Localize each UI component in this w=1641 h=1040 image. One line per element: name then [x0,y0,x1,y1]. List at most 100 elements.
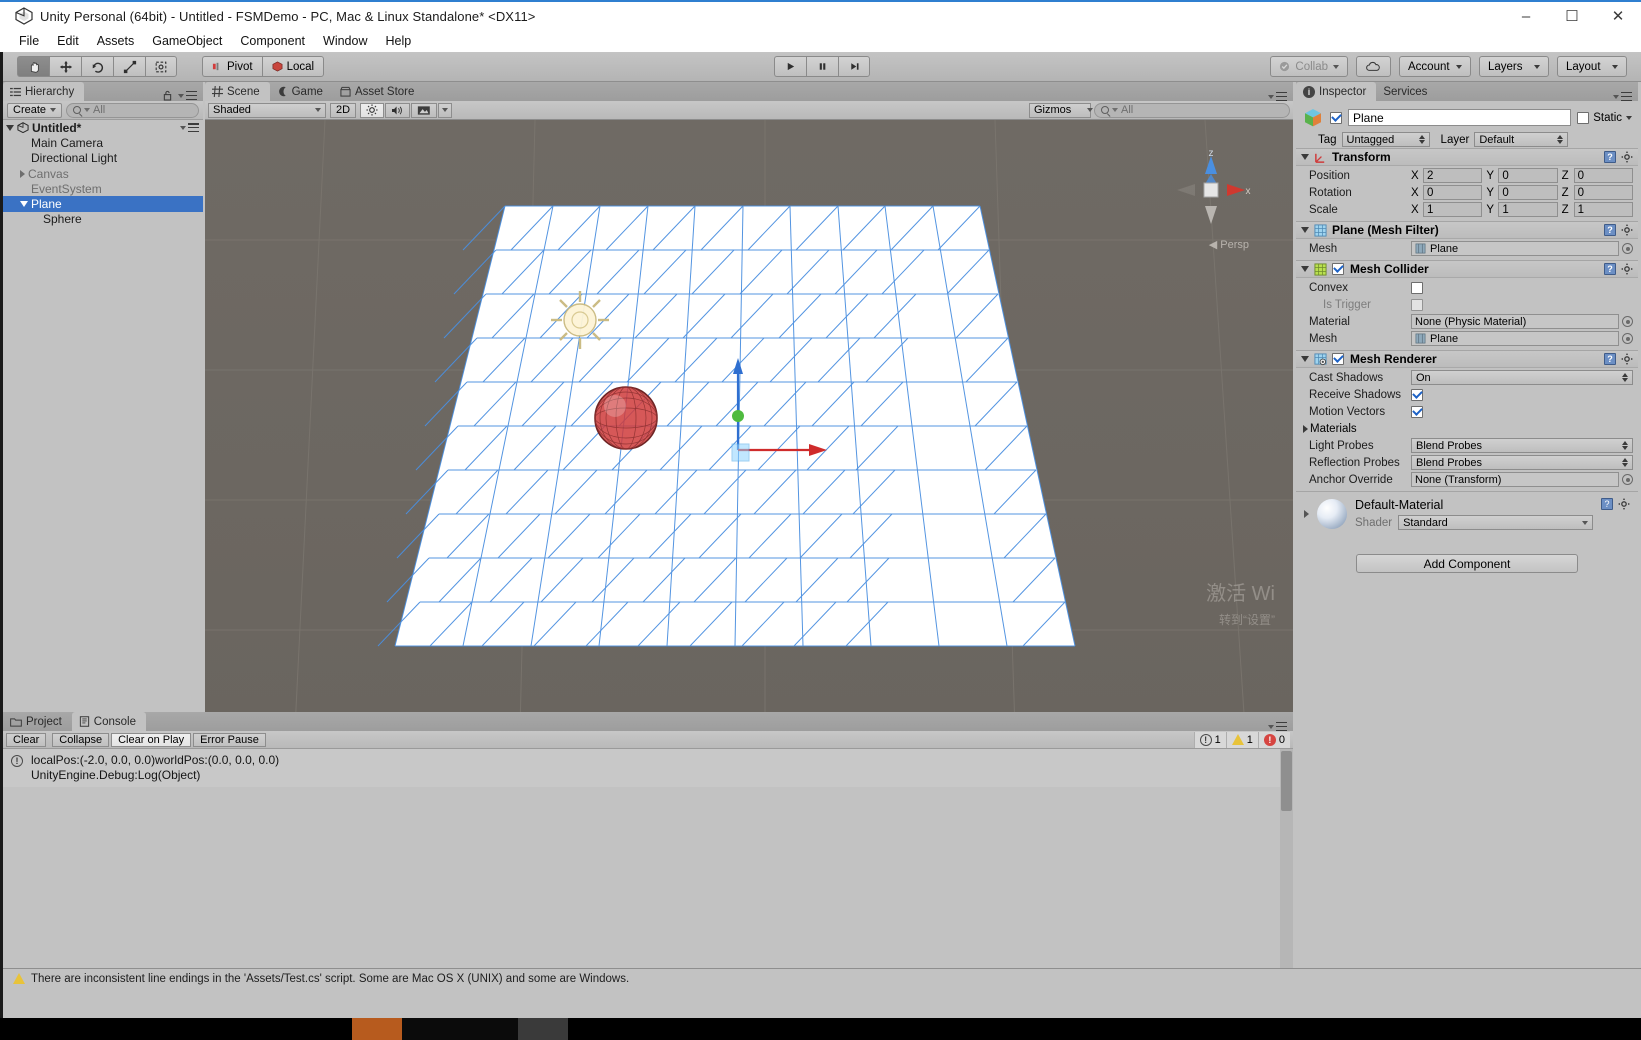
console-collapse-button[interactable]: Collapse [52,732,110,747]
receive-shadows-checkbox[interactable] [1411,388,1423,401]
hierarchy-menu-icon[interactable] [178,91,197,100]
console-error-pause-button[interactable]: Error Pause [193,732,266,747]
gameobject-enabled-checkbox[interactable] [1330,111,1342,124]
help-icon[interactable]: ? [1604,151,1616,163]
hierarchy-item-eventsystem[interactable]: EventSystem [3,181,203,196]
mesh-filter-mesh-field[interactable]: Plane [1411,241,1619,256]
gameobject-name-input[interactable]: Plane [1348,109,1572,126]
tab-project[interactable]: Project [3,712,72,731]
layout-button[interactable]: Layout [1557,56,1627,77]
local-button[interactable]: Local [261,56,325,77]
layers-button[interactable]: Layers [1479,56,1549,77]
rect-tool-button[interactable] [145,56,177,77]
collapse-triangle-icon[interactable] [1301,154,1309,160]
tag-dropdown[interactable]: Untagged [1341,132,1430,147]
tab-services[interactable]: Services [1376,82,1437,101]
expand-triangle-icon[interactable] [6,124,14,131]
minimize-button[interactable]: – [1503,1,1549,31]
menu-file[interactable]: File [10,32,48,50]
maximize-button[interactable]: ☐ [1549,1,1595,31]
expand-triangle-icon[interactable] [1303,424,1308,433]
materials-row[interactable]: Materials [1301,420,1633,437]
scale-tool-button[interactable] [113,56,145,77]
collapse-triangle-icon[interactable] [1301,266,1309,272]
create-button[interactable]: Create [7,102,63,118]
scale-z-input[interactable]: 1 [1573,202,1633,217]
help-icon[interactable]: ? [1604,224,1616,236]
audio-toggle-button[interactable] [385,102,411,118]
expand-triangle-icon[interactable] [1304,510,1309,518]
menu-component[interactable]: Component [231,32,314,50]
motion-vectors-checkbox[interactable] [1411,405,1423,418]
scene-axis-gizmo[interactable]: z x [1171,148,1251,230]
anchor-override-field[interactable]: None (Transform) [1411,472,1619,487]
effects-toggle-button[interactable] [411,102,438,118]
console-clear-button[interactable]: Clear [6,732,47,747]
inspector-menu-icon[interactable] [1613,92,1632,101]
mesh-renderer-enabled-checkbox[interactable] [1332,353,1344,365]
mesh-collider-mesh-field[interactable]: Plane [1411,331,1619,346]
perspective-label[interactable]: ◀ Persp [1209,238,1249,251]
light-probes-dropdown[interactable]: Blend Probes [1411,438,1633,453]
object-picker-icon[interactable] [1622,243,1633,254]
play-button[interactable] [774,56,806,77]
menu-gameobject[interactable]: GameObject [143,32,231,50]
chevron-down-icon[interactable] [1626,115,1632,120]
menu-help[interactable]: Help [376,32,420,50]
hand-tool-button[interactable] [17,56,49,77]
tab-asset-store[interactable]: Asset Store [333,82,424,101]
help-icon[interactable]: ? [1601,498,1613,510]
console-scrollbar-thumb[interactable] [1281,751,1292,811]
console-log-entry[interactable]: ! localPos:(-2.0, 0.0, 0.0)worldPos:(0.0… [3,749,1293,787]
tab-hierarchy[interactable]: Hierarchy [3,82,85,101]
console-clear-on-play-button[interactable]: Clear on Play [111,732,192,747]
gear-icon[interactable] [1621,353,1633,365]
gear-icon[interactable] [1618,498,1630,510]
rotate-tool-button[interactable] [81,56,113,77]
mesh-collider-enabled-checkbox[interactable] [1332,263,1344,275]
scene-viewport[interactable]: z x ◀ Persp 激活 Wi 转到“设置” [205,120,1293,729]
scale-x-input[interactable]: 1 [1423,202,1483,217]
position-x-input[interactable]: 2 [1423,168,1483,183]
expand-triangle-icon[interactable] [20,169,25,178]
tab-inspector[interactable]: i Inspector [1296,82,1377,101]
object-picker-icon[interactable] [1622,333,1633,344]
effects-dropdown-button[interactable] [438,102,453,118]
pivot-button[interactable]: Pivot [202,56,262,77]
hierarchy-search-input[interactable]: All [66,102,199,118]
scene-context-menu-icon[interactable] [180,123,199,133]
help-icon[interactable]: ? [1604,263,1616,275]
expand-triangle-icon[interactable] [20,201,28,208]
layer-dropdown[interactable]: Default [1474,132,1569,147]
taskbar-active-app[interactable] [352,1018,402,1040]
reflection-probes-dropdown[interactable]: Blend Probes [1411,455,1633,470]
component-header-mesh-renderer[interactable]: Mesh Renderer ? [1296,350,1638,368]
scene-search-input[interactable]: All [1094,102,1290,118]
gizmos-dropdown[interactable]: Gizmos [1029,102,1094,118]
position-z-input[interactable]: 0 [1573,168,1633,183]
hierarchy-item-canvas[interactable]: Canvas [3,166,203,181]
shading-mode-dropdown[interactable]: Shaded [208,102,326,118]
shader-dropdown[interactable]: Standard [1398,515,1593,530]
tab-game[interactable]: Game [270,82,333,101]
physic-material-field[interactable]: None (Physic Material) [1411,314,1619,329]
console-error-count[interactable]: ! 0 [1257,731,1290,748]
hierarchy-item-sphere[interactable]: Sphere [3,212,203,227]
collapse-triangle-icon[interactable] [1301,356,1309,362]
convex-checkbox[interactable] [1411,281,1423,294]
gear-icon[interactable] [1621,151,1633,163]
pause-button[interactable] [806,56,838,77]
collapse-triangle-icon[interactable] [1301,227,1309,233]
position-y-input[interactable]: 0 [1498,168,1558,183]
scale-y-input[interactable]: 1 [1498,202,1558,217]
cast-shadows-dropdown[interactable]: On [1411,370,1633,385]
menu-assets[interactable]: Assets [88,32,144,50]
taskbar-app-2[interactable] [518,1018,568,1040]
console-warning-count[interactable]: 1 [1225,731,1258,748]
console-info-count[interactable]: ! 1 [1193,731,1226,748]
rotation-z-input[interactable]: 0 [1573,185,1633,200]
console-log-list[interactable]: ! localPos:(-2.0, 0.0, 0.0)worldPos:(0.0… [3,749,1293,968]
static-checkbox[interactable] [1577,111,1590,124]
rotation-y-input[interactable]: 0 [1498,185,1558,200]
console-scrollbar[interactable] [1280,749,1293,968]
